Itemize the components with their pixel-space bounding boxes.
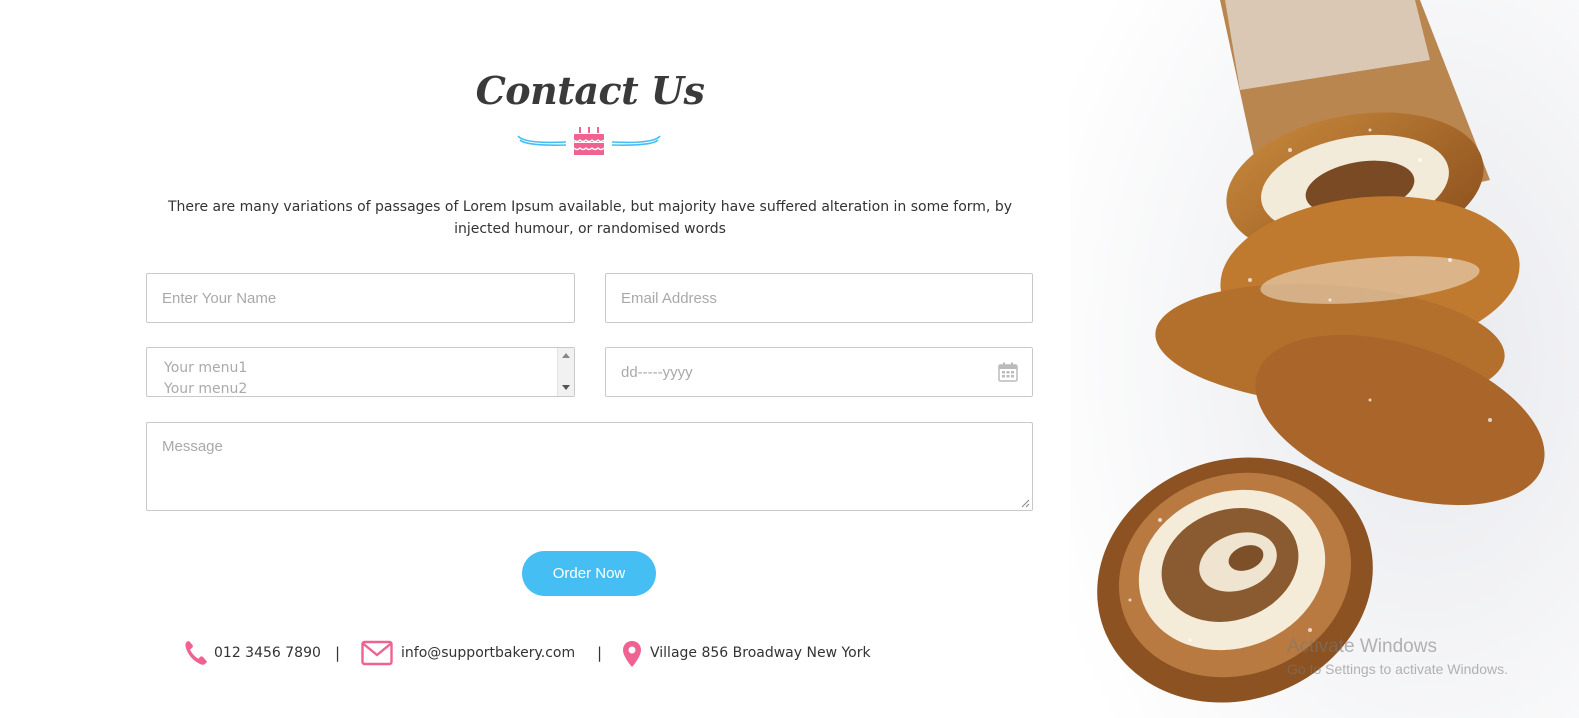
activate-windows-watermark: Activate Windows Go to Settings to activ…	[1287, 636, 1508, 677]
separator: |	[335, 644, 341, 662]
resize-handle-icon[interactable]	[1021, 499, 1030, 508]
intro-text: There are many variations of passages of…	[167, 199, 1013, 237]
scroll-up-arrow-icon[interactable]	[562, 353, 570, 358]
email-placeholder: Email Address	[621, 290, 717, 307]
menu-select[interactable]: Your menu1 Your menu2	[146, 347, 575, 397]
menu-scrollbar[interactable]	[557, 348, 574, 396]
watermark-title: Activate Windows	[1287, 636, 1437, 657]
page-title: Contact Us	[475, 68, 705, 113]
scroll-down-arrow-icon[interactable]	[562, 385, 570, 390]
menu-option[interactable]: Your menu2	[164, 381, 247, 396]
order-now-button[interactable]: Order Now	[522, 551, 656, 596]
calendar-icon[interactable]	[998, 362, 1018, 382]
name-input[interactable]: Enter Your Name	[146, 273, 575, 323]
date-placeholder: dd-----yyyy	[621, 364, 693, 381]
phone-number[interactable]: 012 3456 7890	[214, 645, 321, 661]
menu-option[interactable]: Your menu1	[164, 360, 247, 376]
date-input[interactable]: dd-----yyyy	[605, 347, 1033, 397]
watermark-subtitle: Go to Settings to activate Windows.	[1287, 661, 1508, 677]
phone-icon	[185, 641, 207, 665]
message-textarea[interactable]: Message	[146, 422, 1033, 511]
map-pin-icon	[623, 641, 641, 667]
email-input[interactable]: Email Address	[605, 273, 1033, 323]
cake-roll-photo	[1070, 0, 1579, 718]
message-placeholder: Message	[162, 438, 223, 455]
envelope-icon	[361, 640, 393, 666]
email-address[interactable]: info@supportbakery.com	[401, 645, 575, 661]
name-placeholder: Enter Your Name	[162, 290, 277, 307]
separator: |	[597, 644, 603, 662]
street-address: Village 856 Broadway New York	[650, 645, 871, 661]
contact-section: Contact Us There are many variations of …	[0, 0, 1070, 718]
cake-divider-icon	[517, 127, 661, 155]
